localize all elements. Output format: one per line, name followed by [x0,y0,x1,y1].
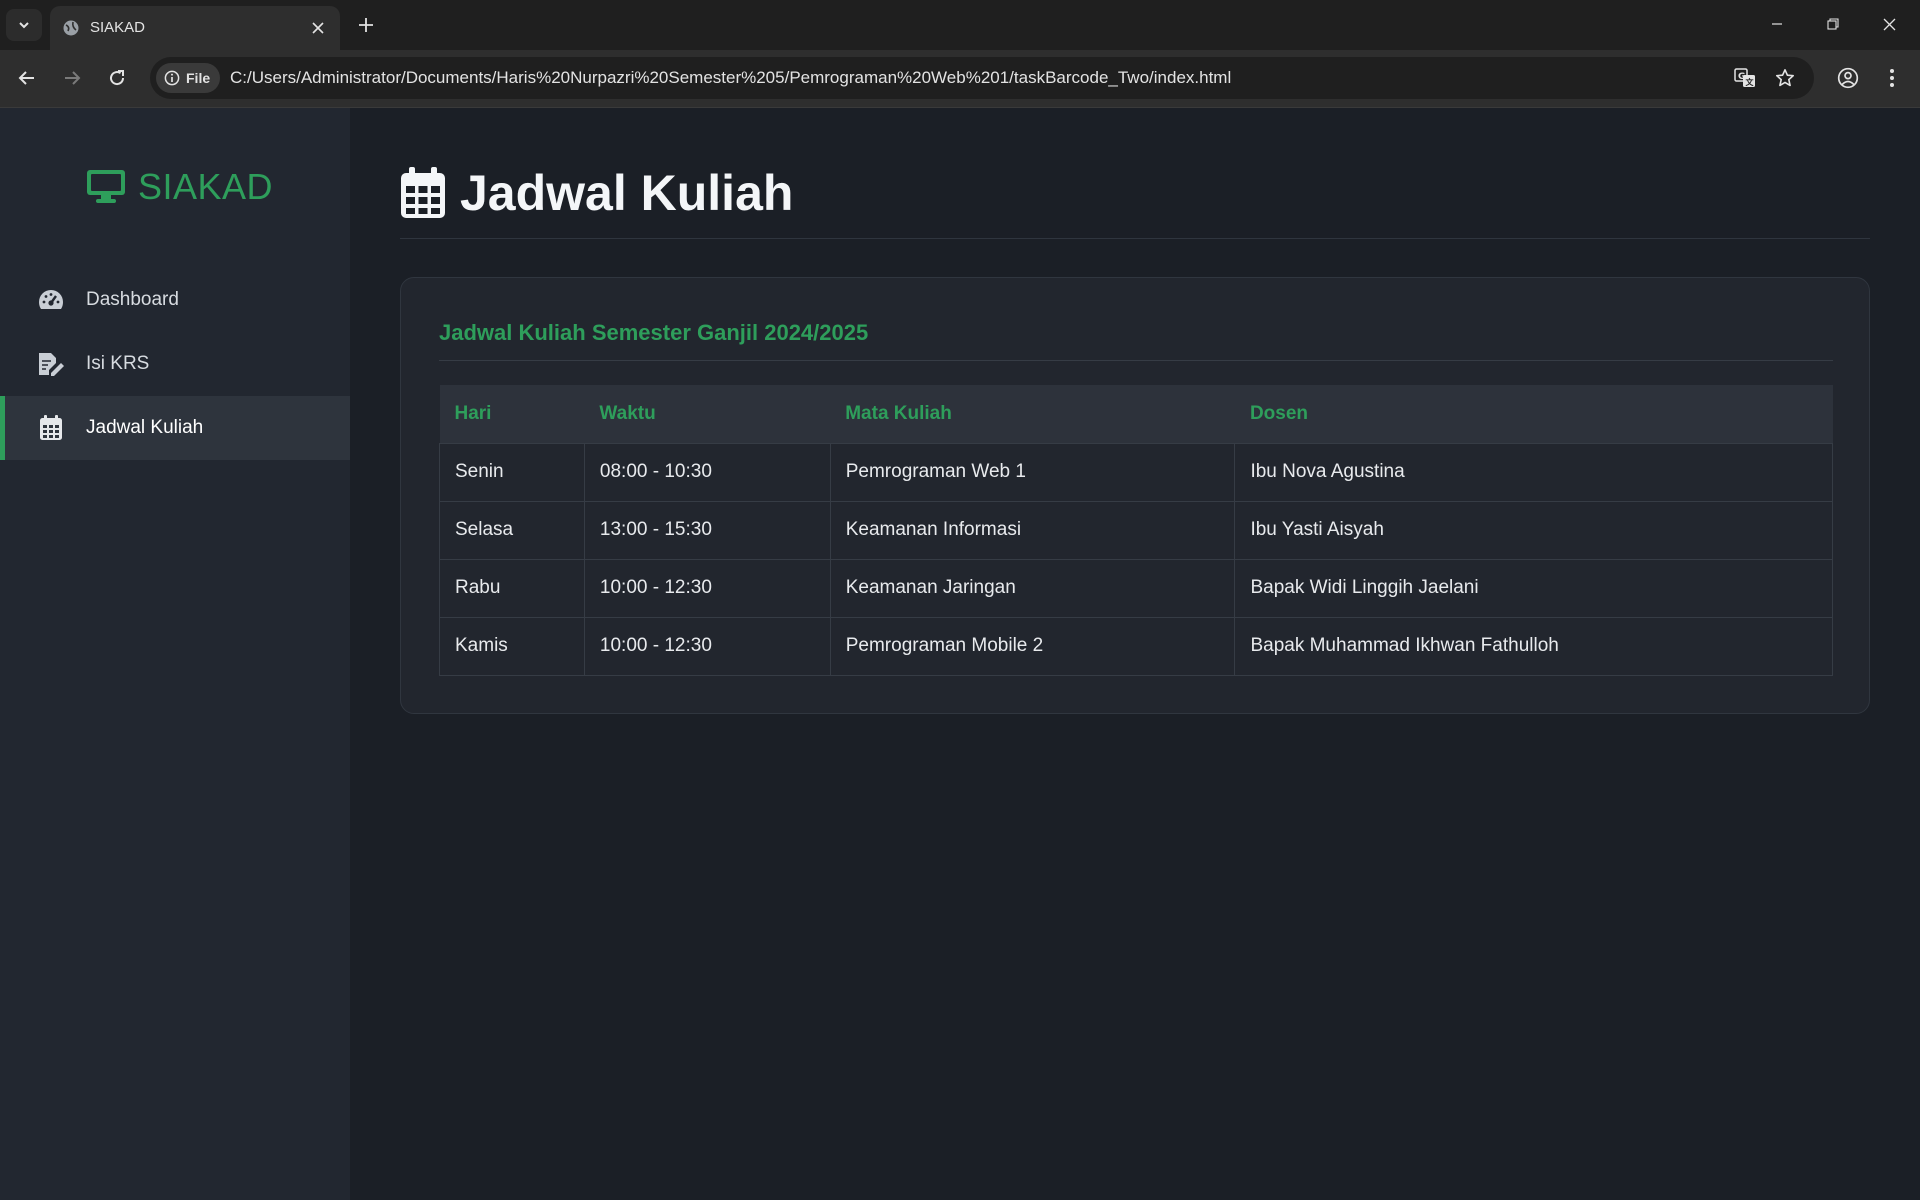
schedule-table: Hari Waktu Mata Kuliah Dosen Senin 08:00… [439,385,1833,676]
minimize-button[interactable] [1754,8,1800,40]
bookmark-button[interactable] [1772,65,1798,91]
calendar-icon [401,167,445,218]
close-window-button[interactable] [1866,8,1912,40]
reload-button[interactable] [100,61,134,95]
account-icon [1837,67,1859,89]
profile-button[interactable] [1832,62,1864,94]
divider [400,238,1870,239]
close-icon [312,22,324,34]
sidebar-item-label: Dashboard [86,289,179,310]
arrow-right-icon [65,71,81,85]
cell-hari: Selasa [439,500,585,560]
column-header-mata-kuliah: Mata Kuliah [845,402,952,424]
browser-tab[interactable]: SIAKAD [50,6,340,50]
browser-tab-bar: SIAKAD [0,0,1920,50]
restore-icon [1827,18,1839,30]
table-header-row: Hari Waktu Mata Kuliah Dosen [439,385,1833,443]
cell-hari: Kamis [439,616,585,676]
cell-mata-kuliah: Keamanan Jaringan [829,558,1236,618]
sidebar-item-label: Jadwal Kuliah [86,417,204,438]
sidebar-item-dashboard[interactable]: Dashboard [0,268,350,332]
gauge-icon [36,285,66,315]
monitor-icon [87,170,125,203]
reload-icon [110,70,125,86]
cell-waktu: 10:00 - 12:30 [583,558,831,618]
divider [439,360,1833,361]
page-header: Jadwal Kuliah [400,164,793,222]
table-row: Selasa 13:00 - 15:30 Keamanan Informasi … [439,500,1833,560]
table-row: Kamis 10:00 - 12:30 Pemrograman Mobile 2… [439,616,1833,676]
svg-text:文: 文 [1746,77,1755,87]
column-header-dosen: Dosen [1249,402,1309,424]
address-bar[interactable]: File C:/Users/Administrator/Documents/Ha… [150,57,1814,99]
cell-waktu: 13:00 - 15:30 [583,500,831,560]
more-vertical-icon [1890,69,1894,87]
cell-waktu: 08:00 - 10:30 [583,442,831,502]
url-text[interactable]: C:/Users/Administrator/Documents/Haris%2… [230,68,1231,88]
brand-name: SIAKAD [138,166,274,207]
sidebar-item-isi-krs[interactable]: Isi KRS [0,332,350,396]
arrow-left-icon [18,71,34,85]
schedule-card: Jadwal Kuliah Semester Ganjil 2024/2025 … [400,277,1870,714]
cell-hari: Rabu [439,558,585,618]
minimize-icon [1772,23,1782,25]
restore-button[interactable] [1810,8,1856,40]
cell-waktu: 10:00 - 12:30 [583,616,831,676]
cell-dosen: Bapak Muhammad Ikhwan Fathulloh [1234,616,1833,676]
cell-dosen: Ibu Nova Agustina [1234,442,1833,502]
info-icon [164,70,180,86]
column-header-hari: Hari [454,402,492,424]
card-title: Jadwal Kuliah Semester Ganjil 2024/2025 [439,320,869,345]
menu-button[interactable] [1876,62,1908,94]
sidebar: SIAKAD Dashboard Isi KRS Jadwal Kuliah [0,108,350,1200]
cell-hari: Senin [439,442,585,502]
tab-title: SIAKAD [90,19,146,36]
sidebar-item-jadwal-kuliah[interactable]: Jadwal Kuliah [0,396,350,460]
cell-mata-kuliah: Pemrograman Web 1 [829,442,1236,502]
brand[interactable]: SIAKAD [86,166,273,208]
sidebar-menu: Dashboard Isi KRS Jadwal Kuliah [0,268,350,460]
column-header-waktu: Waktu [599,402,656,424]
star-icon [1776,69,1794,87]
table-row: Rabu 10:00 - 12:30 Keamanan Jaringan Bap… [439,558,1833,618]
sidebar-item-label: Isi KRS [86,353,150,374]
tab-search-button[interactable] [6,9,42,41]
cell-mata-kuliah: Keamanan Informasi [829,500,1236,560]
translate-icon: G文 [1734,68,1755,87]
cell-dosen: Ibu Yasti Aisyah [1234,500,1833,560]
chevron-down-icon [19,22,29,29]
site-info-chip[interactable]: File [156,63,221,93]
plus-icon [359,18,373,32]
table-row: Senin 08:00 - 10:30 Pemrograman Web 1 Ib… [439,442,1833,502]
cell-dosen: Bapak Widi Linggih Jaelani [1234,558,1833,618]
page-title: Jadwal Kuliah [460,165,794,221]
translate-button[interactable]: G文 [1732,65,1758,91]
tab-close-button[interactable] [307,17,329,39]
cell-mata-kuliah: Pemrograman Mobile 2 [829,616,1236,676]
back-button[interactable] [10,61,44,95]
browser-toolbar: File C:/Users/Administrator/Documents/Ha… [0,50,1920,108]
globe-icon [63,20,79,36]
calendar-icon [36,413,66,443]
close-icon [1883,18,1895,30]
forward-button[interactable] [55,61,89,95]
new-tab-button[interactable] [352,11,380,39]
file-chip-label: File [186,70,211,86]
page: SIAKAD Dashboard Isi KRS Jadwal Kuliah J… [0,108,1920,1200]
edit-document-icon [36,349,66,379]
